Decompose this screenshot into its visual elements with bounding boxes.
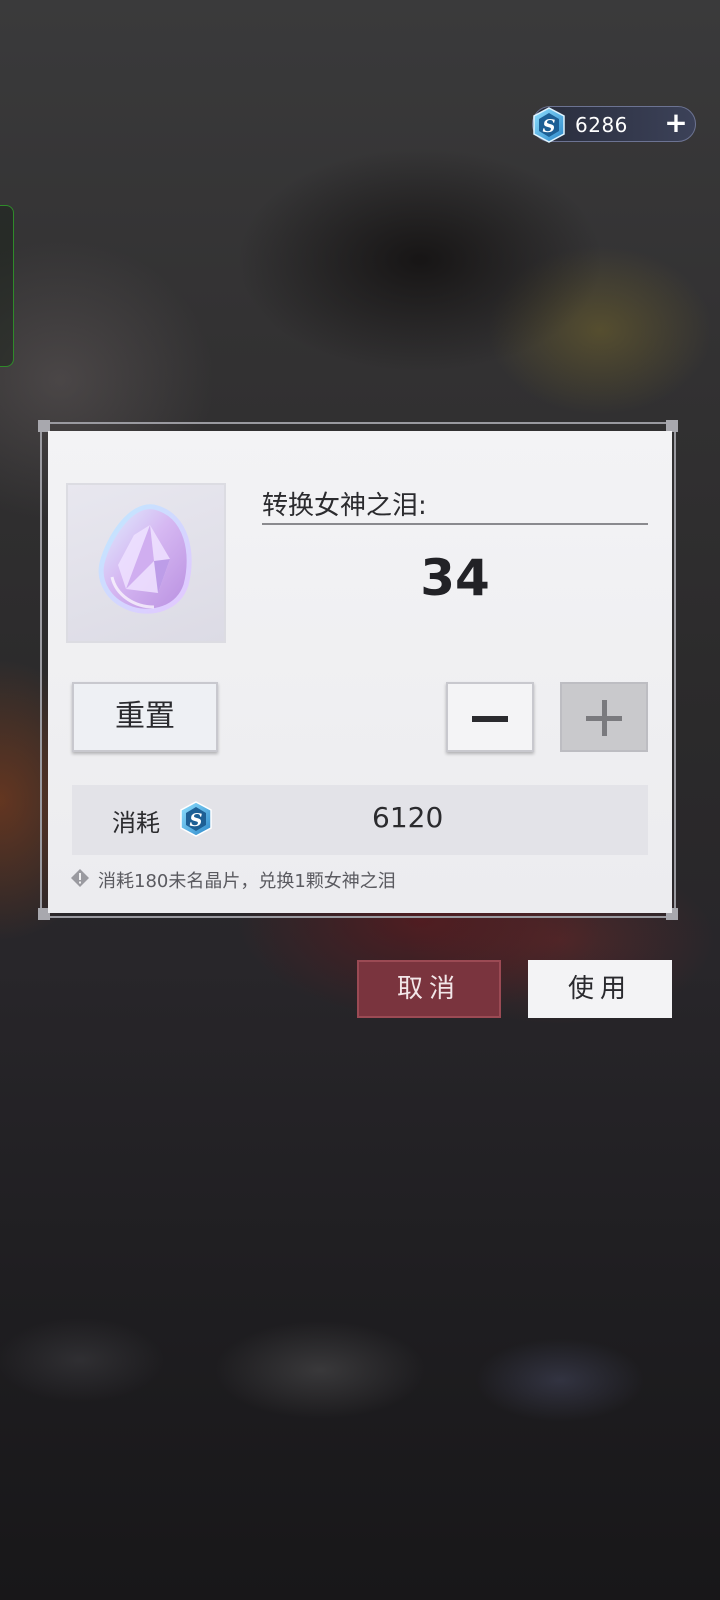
conversion-count: 34 — [420, 549, 490, 607]
use-button[interactable]: 使用 — [528, 960, 672, 1018]
cancel-button[interactable]: 取消 — [357, 960, 501, 1018]
goddess-tear-gem-icon — [98, 504, 192, 614]
item-slot — [66, 483, 226, 643]
currency-amount: 6286 — [575, 113, 628, 137]
cost-row: 消耗 S 6120 — [72, 785, 648, 855]
title-divider — [262, 523, 648, 525]
plus-icon: + — [664, 106, 688, 139]
cost-value: 6120 — [372, 801, 444, 834]
minus-icon — [472, 716, 508, 722]
add-currency-button[interactable]: + — [663, 109, 689, 137]
increase-button[interactable] — [560, 682, 648, 752]
svg-text:S: S — [543, 116, 556, 137]
s-crystal-icon: S — [533, 107, 565, 143]
s-crystal-icon: S — [180, 801, 212, 837]
conversion-title: 转换女神之泪: — [262, 491, 427, 521]
conversion-note: 消耗180未名晶片，兑换1颗女神之泪 — [98, 871, 396, 892]
conversion-dialog: 转换女神之泪: 34 重置 消耗 S 6120 消耗180未名晶片，兑换1颗女神… — [48, 431, 672, 913]
cost-label: 消耗 — [112, 809, 160, 837]
currency-display: S 6286 + — [532, 106, 696, 143]
info-diamond-icon — [71, 869, 89, 887]
reset-button[interactable]: 重置 — [72, 682, 218, 752]
svg-text:S: S — [190, 810, 203, 831]
side-panel-tab[interactable] — [0, 205, 14, 367]
decrease-button[interactable] — [446, 682, 534, 752]
